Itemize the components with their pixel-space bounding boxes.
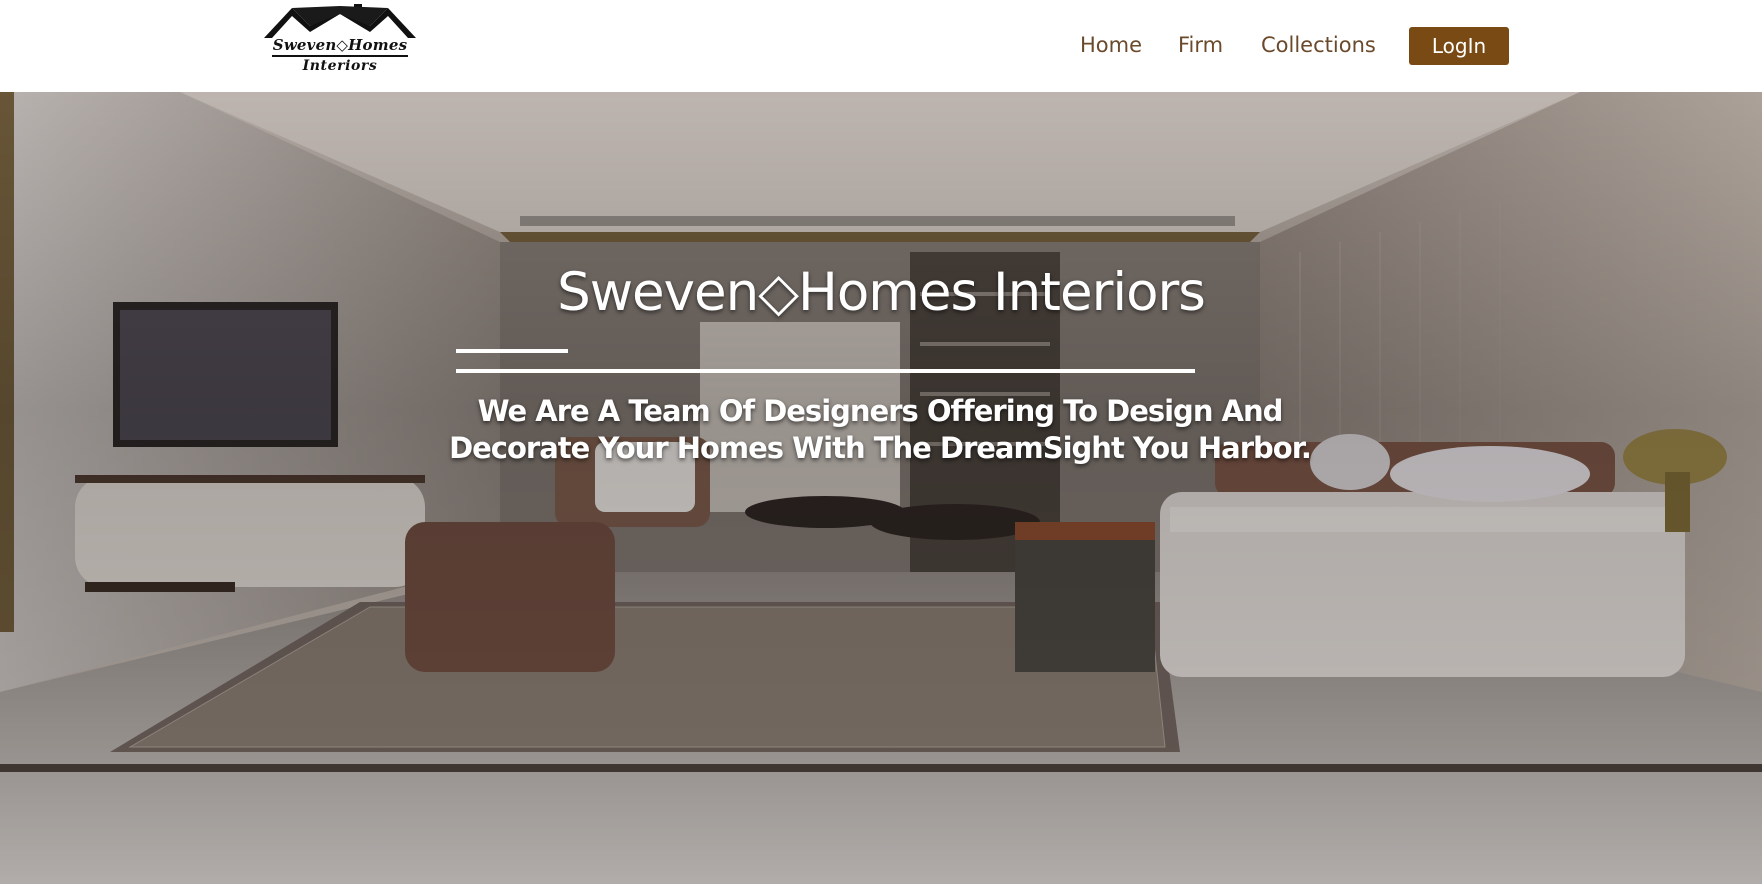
login-button[interactable]: LogIn [1409,27,1509,65]
logo-divider [272,55,408,57]
nav-link-firm[interactable]: Firm [1178,26,1223,64]
hero-title: Sweven◇Homes Interiors [557,262,1206,323]
living-room-background-image [0,92,1762,884]
nav-link-collections[interactable]: Collections [1261,26,1376,64]
hero-subtitle: We Are A Team Of Designers Offering To D… [449,394,1312,465]
title-underline-long [456,369,1195,373]
logo-text-secondary: Interiors [302,58,378,74]
logo-text-primary: Sweven◇Homes [272,36,408,54]
hero-section: Sweven◇Homes Interiors We Are A Team Of … [0,92,1762,884]
title-underline-short [456,349,568,353]
site-header: Sweven◇Homes Interiors Home Firm Collect… [0,0,1762,92]
brand-logo[interactable]: Sweven◇Homes Interiors [262,2,418,78]
nav-link-home[interactable]: Home [1080,26,1142,64]
